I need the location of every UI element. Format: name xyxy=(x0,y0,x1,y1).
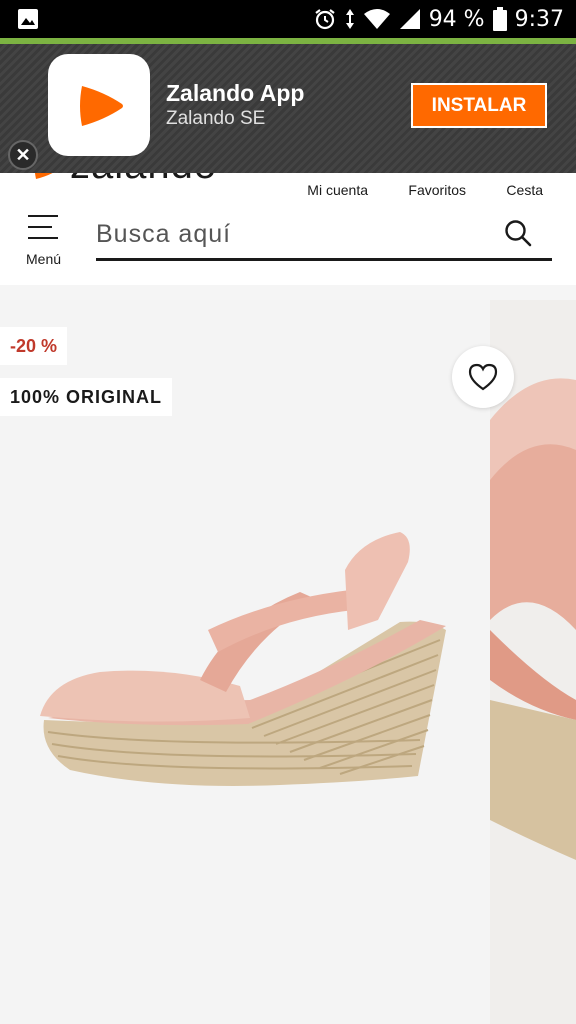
hamburger-icon xyxy=(28,215,58,248)
search-input[interactable] xyxy=(96,215,486,253)
battery-icon xyxy=(492,7,507,31)
alarm-icon xyxy=(315,9,335,30)
link-mi-cuenta[interactable]: Mi cuenta xyxy=(307,182,368,198)
next-product-image[interactable] xyxy=(490,300,576,1024)
search-icon[interactable] xyxy=(504,219,532,247)
image-icon xyxy=(18,9,38,29)
app-install-banner: ✕ Zalando App Zalando SE INSTALAR xyxy=(0,44,576,173)
discount-badge: -20 % xyxy=(0,327,68,365)
clock: 9:37 xyxy=(514,6,564,32)
status-bar: 94 % 9:37 xyxy=(0,0,576,38)
close-banner-button[interactable]: ✕ xyxy=(8,140,38,170)
original-badge: 100% ORIGINAL xyxy=(0,378,173,416)
signal-icon xyxy=(399,9,420,29)
wifi-icon xyxy=(363,9,390,29)
app-screen: 94 % 9:37 ✕ Zalando App Zalando SE INSTA… xyxy=(0,0,576,1024)
link-cesta[interactable]: Cesta xyxy=(506,182,543,198)
app-name: Zalando App xyxy=(166,80,305,106)
menu-label: Menú xyxy=(26,251,62,267)
product-gallery[interactable]: -20 % 100% ORIGINAL xyxy=(0,300,576,1024)
link-favoritos[interactable]: Favoritos xyxy=(408,182,466,198)
site-logo[interactable]: zalando xyxy=(32,173,217,187)
data-arrows-icon xyxy=(345,9,354,29)
search-bar xyxy=(96,211,552,261)
site-header: zalando Mi cuenta Favoritos Cesta Menú xyxy=(0,173,576,285)
zalando-logo-icon xyxy=(35,173,53,179)
menu-button[interactable]: Menú xyxy=(18,211,72,269)
install-button[interactable]: INSTALAR xyxy=(411,83,547,128)
heart-icon xyxy=(468,363,498,391)
app-publisher: Zalando SE xyxy=(166,108,266,129)
sandal-closeup-image xyxy=(490,378,576,860)
zalando-logo-icon xyxy=(80,86,123,126)
logo-text: zalando xyxy=(70,173,217,188)
battery-percent: 94 % xyxy=(428,6,485,32)
zalando-app-icon[interactable] xyxy=(48,54,150,156)
wishlist-button[interactable] xyxy=(452,346,514,408)
